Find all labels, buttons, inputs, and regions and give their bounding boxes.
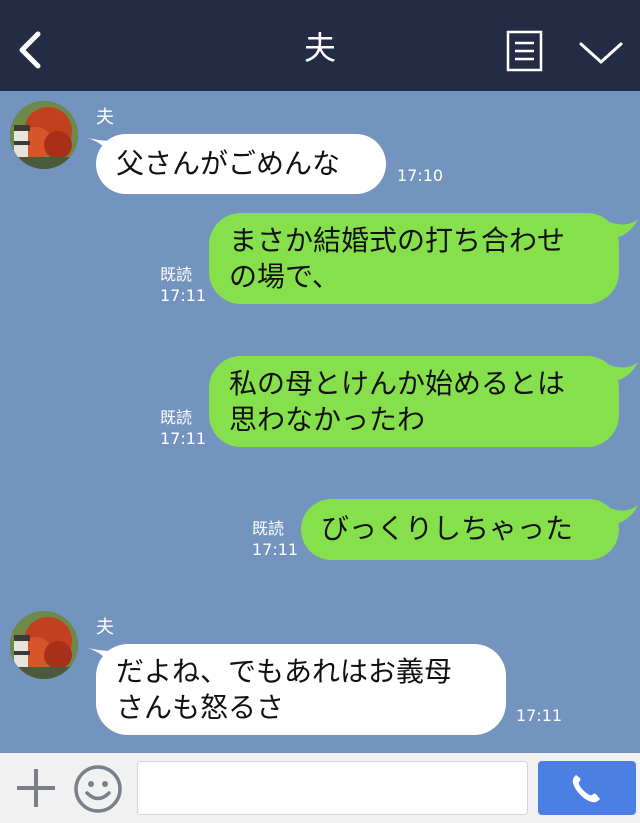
message-line: だよね、でもあれはお義母 [116, 655, 453, 688]
sender-name: 夫 [96, 617, 114, 638]
read-receipt: 既読 17:11 [160, 407, 206, 449]
read-receipt: 既読 17:11 [160, 264, 206, 306]
message-bubble[interactable]: びっくりしちゃった [301, 499, 619, 560]
notes-icon[interactable] [506, 30, 543, 72]
message-bubble[interactable]: まさか結婚式の打ち合わせ の場で、 [209, 213, 619, 304]
message-line: 思わなかったわ [229, 403, 426, 436]
chevron-down-icon[interactable] [578, 38, 624, 68]
message-time: 17:11 [252, 540, 299, 559]
message-time: 17:11 [160, 429, 207, 448]
read-label: 既読 [252, 519, 285, 538]
message-line: 私の母とけんか始めるとは [229, 367, 566, 400]
bubble-tail [606, 362, 638, 382]
message-line: さんも怒るさ [116, 691, 285, 724]
bubble-tail [606, 505, 638, 525]
avatar-image [10, 611, 78, 679]
call-button[interactable] [538, 761, 636, 815]
smiley-icon[interactable] [73, 764, 123, 814]
avatar[interactable] [10, 611, 78, 679]
chat-title: 夫 [303, 29, 336, 67]
chat-header: 夫 [0, 0, 640, 91]
input-bar [0, 753, 640, 823]
message-time: 17:11 [160, 286, 207, 305]
read-receipt: 既読 17:11 [252, 518, 298, 560]
plus-icon[interactable] [14, 766, 58, 810]
read-label: 既読 [160, 265, 193, 284]
message-bubble[interactable]: だよね、でもあれはお義母 さんも怒るさ [96, 644, 506, 735]
message-line: まさか結婚式の打ち合わせ [229, 224, 566, 257]
message-line: の場で、 [229, 260, 340, 293]
avatar[interactable] [10, 101, 78, 169]
message-time: 17:11 [516, 706, 563, 725]
message-input[interactable] [137, 761, 528, 815]
message-text: 父さんがごめんな [116, 147, 341, 180]
sender-name: 夫 [96, 107, 114, 128]
message-bubble[interactable]: 私の母とけんか始めるとは 思わなかったわ [209, 356, 619, 447]
bubble-tail [606, 219, 638, 239]
message-time: 17:10 [397, 166, 444, 185]
avatar-image [10, 101, 78, 169]
chat-area[interactable]: 夫 父さんがごめんな 17:10 既読 17:11 まさか結婚式の打ち合わせ の… [0, 91, 640, 753]
message-line: びっくりしちゃった [321, 512, 574, 545]
message-bubble[interactable]: 父さんがごめんな [96, 134, 386, 194]
phone-icon [572, 775, 600, 803]
read-label: 既読 [160, 408, 193, 427]
